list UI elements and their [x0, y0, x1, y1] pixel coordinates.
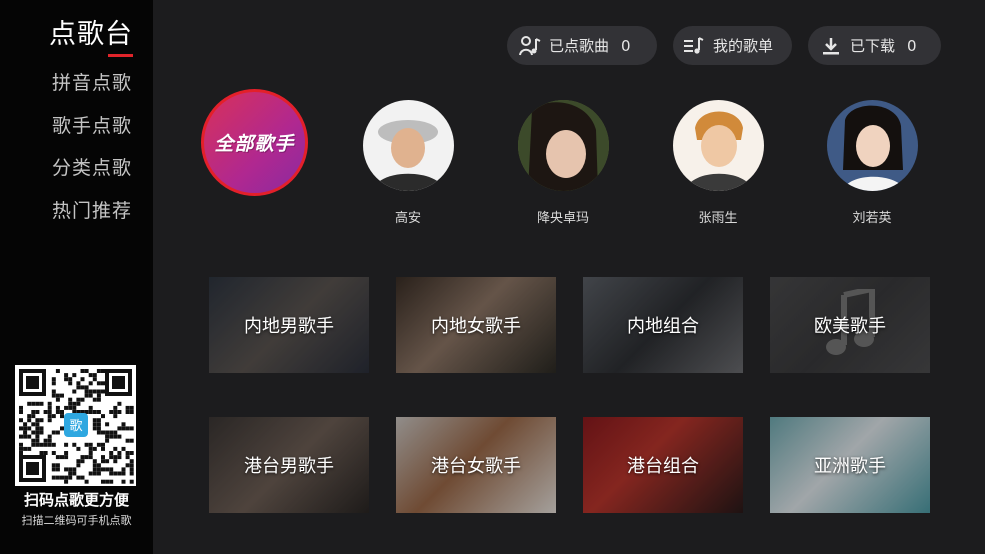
- qr-badge: 歌: [69, 419, 82, 434]
- sidebar: 点歌台 拼音点歌 歌手点歌 分类点歌 热门推荐 歌 扫码点歌更方便 扫描二维码可…: [0, 0, 153, 554]
- downloaded-count: 0: [907, 36, 917, 55]
- all-singers-label: 全部歌手: [214, 133, 295, 155]
- category-label: 内地组合: [627, 316, 699, 337]
- requested-songs-label: 已点歌曲: [549, 37, 610, 55]
- mic-person-icon: [517, 33, 543, 59]
- category-western[interactable]: 欧美歌手: [770, 277, 930, 373]
- requested-songs-count: 0: [621, 36, 631, 55]
- category-label: 港台男歌手: [244, 456, 334, 477]
- category-hk-tw-female[interactable]: 港台女歌手: [396, 417, 556, 513]
- download-icon: [818, 33, 844, 59]
- playlist-icon: [681, 33, 707, 59]
- page-title: 点歌台: [49, 19, 133, 50]
- category-label: 亚洲歌手: [814, 456, 886, 477]
- downloaded-label: 已下载: [850, 37, 896, 55]
- category-hk-tw-male[interactable]: 港台男歌手: [209, 417, 369, 513]
- qr-subcaption: 扫描二维码可手机点歌: [21, 514, 132, 527]
- category-mainland-group[interactable]: 内地组合: [583, 277, 743, 373]
- category-label: 欧美歌手: [814, 316, 886, 337]
- active-indicator: [108, 54, 133, 57]
- category-label: 内地女歌手: [431, 316, 521, 337]
- qr-code: 歌: [15, 365, 136, 486]
- sidebar-item-category[interactable]: 分类点歌: [52, 153, 132, 180]
- singer-avatar-4[interactable]: [827, 100, 918, 191]
- category-label: 港台组合: [627, 456, 699, 477]
- singer-name-4: 刘若英: [852, 211, 892, 226]
- category-mainland-male[interactable]: 内地男歌手: [209, 277, 369, 373]
- singer-name-3: 张雨生: [698, 211, 738, 226]
- category-asian[interactable]: 亚洲歌手: [770, 417, 930, 513]
- singer-name-2: 降央卓玛: [536, 211, 589, 226]
- category-hk-tw-group[interactable]: 港台组合: [583, 417, 743, 513]
- category-label: 港台女歌手: [431, 456, 521, 477]
- my-playlist-button[interactable]: 我的歌单: [673, 26, 792, 65]
- requested-songs-button[interactable]: 已点歌曲 0: [507, 26, 657, 65]
- singer-avatar-2[interactable]: [518, 100, 609, 191]
- all-singers-button[interactable]: 全部歌手: [201, 89, 308, 196]
- sidebar-item-singer[interactable]: 歌手点歌: [52, 111, 132, 138]
- sidebar-item-pinyin[interactable]: 拼音点歌: [52, 68, 132, 95]
- singer-avatar-1[interactable]: [363, 100, 454, 191]
- category-mainland-female[interactable]: 内地女歌手: [396, 277, 556, 373]
- downloaded-button[interactable]: 已下载 0: [808, 26, 941, 65]
- qr-caption: 扫码点歌更方便: [23, 491, 129, 509]
- category-label: 内地男歌手: [244, 316, 334, 337]
- sidebar-item-hot[interactable]: 热门推荐: [52, 196, 132, 223]
- singer-name-1: 高安: [394, 211, 421, 226]
- my-playlist-label: 我的歌单: [713, 37, 774, 55]
- singer-avatar-3[interactable]: [673, 100, 764, 191]
